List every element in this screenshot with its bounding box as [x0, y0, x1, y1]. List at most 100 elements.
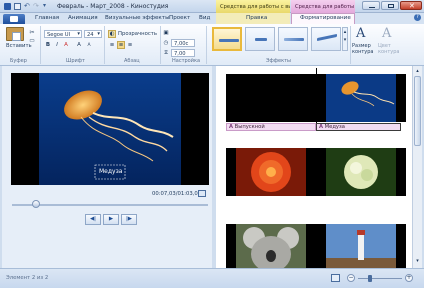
play-button[interactable]: ▶	[103, 214, 119, 225]
zoom-out-icon[interactable]: −	[347, 274, 355, 282]
group-separator	[104, 26, 105, 64]
next-frame-button[interactable]: |▶	[121, 214, 137, 225]
scroll-down-icon[interactable]: ▾	[414, 258, 421, 265]
chevron-up-icon: ▴	[343, 29, 347, 35]
tab-project[interactable]: Проект	[169, 15, 190, 21]
preview-pane: Медуза 00:07,03/01:03,00 ◀| ▶ |▶	[2, 66, 212, 268]
start-time-field[interactable]: 7,00с	[171, 39, 195, 47]
settings-group-label: Настройка	[172, 58, 201, 64]
duration-field[interactable]: 7,00	[171, 49, 195, 57]
storyboard-clip-graduation[interactable]	[226, 74, 316, 122]
seek-slider-thumb[interactable]	[32, 200, 40, 208]
tab-animation[interactable]: Анимация	[68, 15, 98, 21]
font-color-icon[interactable]: A	[62, 41, 70, 49]
status-text: Элемент 2 из 2	[6, 275, 49, 281]
effect-thumbnail-3[interactable]	[278, 27, 308, 51]
storyboard-caption-2[interactable]: A Медуза	[316, 123, 401, 131]
storyboard-scrollbar[interactable]: ▴ ▾	[412, 66, 422, 268]
group-separator	[40, 26, 41, 64]
outline-color-icon[interactable]: A	[382, 26, 391, 41]
zoom-in-icon[interactable]: +	[405, 274, 413, 282]
copy-icon[interactable]: ▭	[28, 37, 36, 45]
effects-scroll-button[interactable]: ▴ ▾	[342, 27, 348, 51]
font-name-select[interactable]: Segoe UI ▾	[44, 30, 82, 38]
outline-size-icon[interactable]: A	[356, 26, 365, 41]
font-group-label: Шрифт	[66, 58, 85, 64]
quick-access-dropdown-icon[interactable]: ▾	[43, 3, 50, 10]
close-button[interactable]: ✕	[400, 1, 422, 10]
fullscreen-icon[interactable]	[198, 190, 206, 197]
tab-edit[interactable]: Правка	[246, 15, 267, 21]
previous-frame-button[interactable]: ◀|	[85, 214, 101, 225]
jellyfish-thumbnail	[326, 74, 396, 122]
outline-color-label[interactable]: Цвет контура	[378, 43, 402, 55]
zoom-slider-track[interactable]	[358, 278, 402, 279]
maximize-button[interactable]	[381, 1, 399, 10]
outline-size-label[interactable]: Размер контура	[352, 43, 376, 55]
effect-thumbnail-4[interactable]	[311, 27, 341, 51]
effect-thumbnail-1[interactable]	[212, 27, 242, 51]
hydrangea-thumbnail	[326, 148, 396, 196]
align-right-icon[interactable]: ≡	[126, 41, 134, 49]
background-color-icon[interactable]: ▣	[162, 29, 170, 37]
zoom-slider-thumb[interactable]	[368, 275, 372, 282]
scroll-up-icon[interactable]: ▴	[414, 68, 421, 75]
maximize-icon	[388, 4, 394, 8]
koala-thumbnail	[236, 224, 306, 268]
storyboard-clip-chrysanthemum[interactable]	[226, 148, 316, 196]
help-icon[interactable]: ?	[414, 14, 421, 21]
tab-format[interactable]: Форматирование	[300, 15, 351, 21]
cut-icon[interactable]: ✂	[28, 28, 36, 36]
storyboard-clip-koala[interactable]	[226, 224, 316, 268]
caption-track-icon: A	[229, 124, 234, 130]
minimize-button[interactable]	[362, 1, 380, 10]
tab-home[interactable]: Главная	[35, 15, 59, 21]
app-icon[interactable]	[4, 3, 11, 10]
preview-caption-text[interactable]: Медуза	[99, 168, 122, 175]
save-icon[interactable]	[14, 3, 21, 10]
context-header-video-tools: Средства для работы с видео	[216, 0, 290, 13]
align-center-icon[interactable]: ≡	[117, 41, 125, 49]
grow-font-icon[interactable]: A	[75, 41, 83, 49]
clipboard-group-label: Буфер	[10, 58, 27, 64]
paste-icon[interactable]	[6, 27, 24, 41]
timecode-display: 00:07,03/01:03,00	[152, 191, 202, 197]
playhead-line[interactable]	[316, 68, 317, 124]
seek-slider-track[interactable]	[12, 204, 208, 206]
storyboard-caption-1-text: Выпускной	[234, 124, 265, 130]
close-icon: ✕	[409, 2, 415, 10]
storyboard-clip-hydrangeas[interactable]	[316, 148, 406, 196]
context-header-text-tools: Средства для работы с т...	[291, 0, 355, 13]
group-separator	[206, 26, 207, 64]
shrink-font-icon[interactable]: A	[85, 41, 93, 49]
redo-icon[interactable]: ↷	[33, 3, 40, 10]
group-separator	[350, 26, 351, 64]
storyboard-view-icon[interactable]	[331, 274, 340, 282]
italic-icon[interactable]: I	[53, 41, 61, 49]
transparency-label[interactable]: Прозрачность	[118, 31, 157, 37]
paragraph-group-label: Абзац	[124, 58, 140, 64]
storyboard-clip-lighthouse[interactable]	[316, 224, 406, 268]
chevron-down-icon: ▾	[97, 31, 100, 37]
font-size-select[interactable]: 24 ▾	[84, 30, 102, 38]
menu-icon	[10, 16, 18, 22]
effect-thumbnail-2[interactable]	[245, 27, 275, 51]
group-separator	[160, 26, 161, 64]
undo-icon[interactable]: ↶	[24, 3, 31, 10]
tab-view[interactable]: Вид	[199, 15, 210, 21]
storyboard-pane: A Выпускной A Медуза	[216, 66, 412, 268]
bold-icon[interactable]: B	[44, 41, 52, 49]
align-left-icon[interactable]: ≡	[108, 41, 116, 49]
video-preview[interactable]: Медуза	[11, 73, 209, 185]
start-time-icon[interactable]: ◷	[162, 39, 170, 47]
duration-value: 7,00	[174, 51, 186, 57]
storyboard-caption-1[interactable]: A Выпускной	[226, 123, 316, 131]
tab-visual-effects[interactable]: Визуальные эффекты	[105, 15, 169, 21]
scrollbar-thumb[interactable]	[414, 76, 421, 146]
application-menu-button[interactable]	[3, 14, 25, 24]
duration-icon[interactable]: ⧖	[162, 49, 170, 57]
chevron-down-icon: ▾	[343, 37, 347, 43]
storyboard-clip-jellyfish[interactable]	[316, 74, 406, 122]
transparency-icon[interactable]: ◐	[108, 30, 116, 38]
next-frame-icon: |▶	[125, 216, 133, 222]
